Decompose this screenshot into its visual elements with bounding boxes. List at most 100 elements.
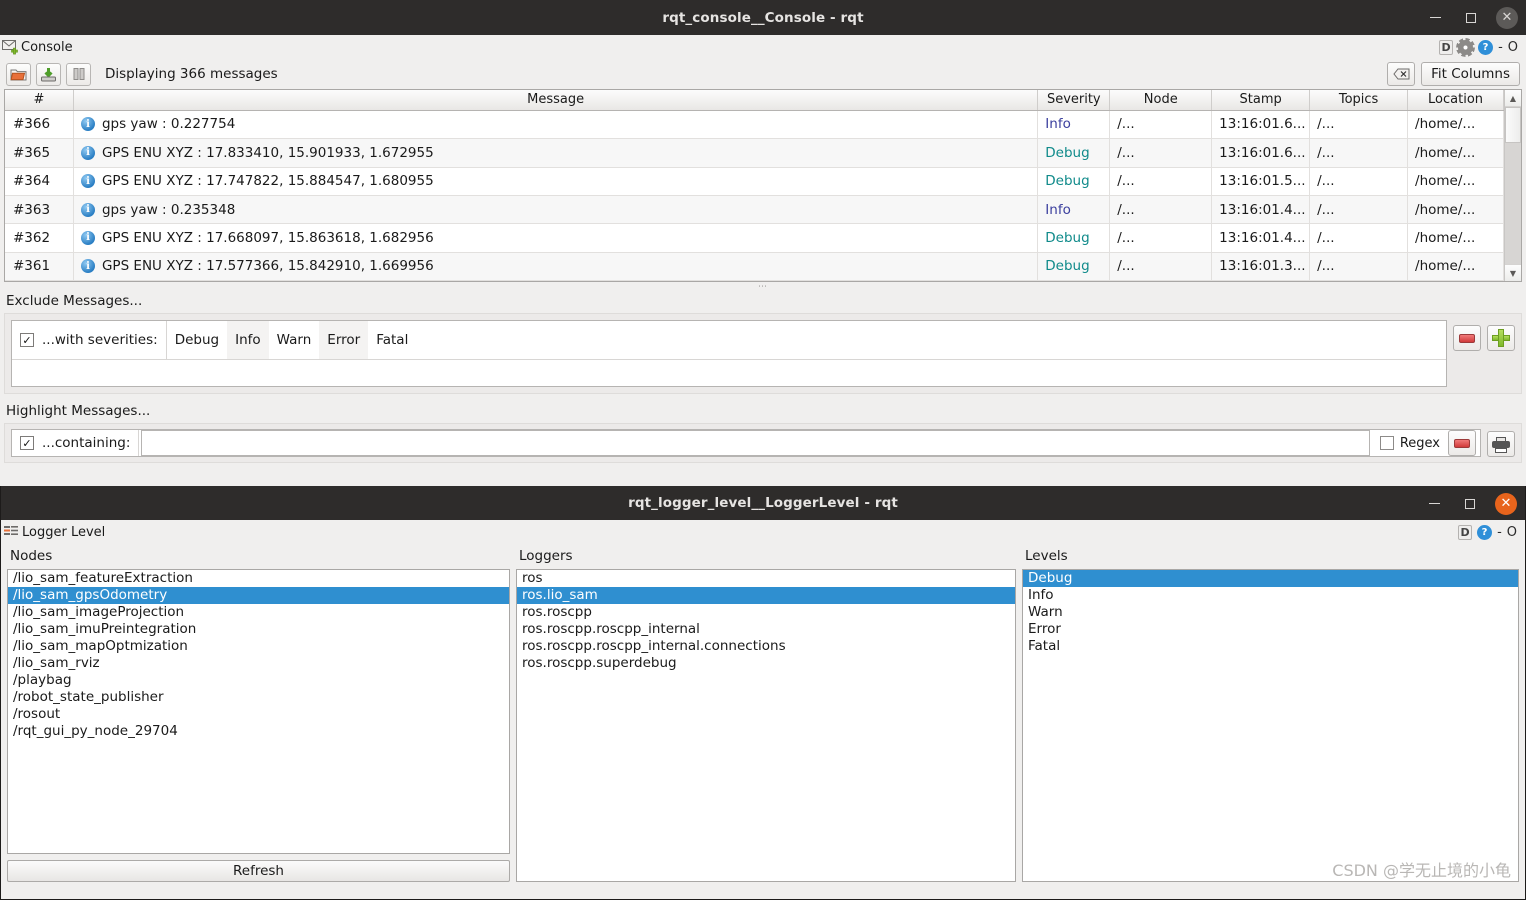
cell-number: #362 — [5, 224, 74, 252]
list-item[interactable]: ros — [517, 570, 1015, 587]
exclude-severity-label: ...with severities: — [42, 332, 158, 348]
highlight-containing-input[interactable] — [141, 430, 1370, 456]
list-item[interactable]: /rosout — [8, 706, 509, 723]
close-button[interactable]: ✕ — [1495, 492, 1517, 515]
pause-icon[interactable] — [66, 62, 91, 86]
clear-icon[interactable] — [1387, 62, 1416, 86]
minimize-button[interactable] — [1423, 493, 1445, 515]
levels-list[interactable]: Debug Info Warn Error Fatal — [1022, 569, 1519, 882]
list-item[interactable]: /lio_sam_mapOptmization — [8, 638, 509, 655]
column-header-severity[interactable]: Severity — [1038, 90, 1111, 110]
list-item[interactable]: ros.lio_sam — [517, 587, 1015, 604]
severity-item-error[interactable]: Error — [319, 321, 369, 359]
cell-node: /... — [1110, 139, 1213, 167]
table-row[interactable]: #363 i gps yaw : 0.235348 Info /... 13:16… — [5, 195, 1504, 225]
exclude-severity-checkbox[interactable]: ✓ — [20, 333, 34, 347]
cell-message-text: GPS ENU XYZ : 17.577366, 15.842910, 1.66… — [101, 258, 434, 275]
severity-item-debug[interactable]: Debug — [167, 321, 227, 359]
list-item[interactable]: ros.roscpp.roscpp_internal.connections — [517, 638, 1015, 655]
splitter-handle[interactable]: ⋯ — [0, 282, 1526, 292]
close-button[interactable]: ✕ — [1496, 6, 1518, 29]
minimize-button[interactable] — [1424, 7, 1446, 29]
levels-label: Levels — [1025, 548, 1068, 564]
scrollbar-thumb[interactable] — [1505, 107, 1521, 143]
scroll-up-arrow-icon[interactable]: ▲ — [1505, 90, 1521, 107]
table-vertical-scrollbar[interactable]: ▲ ▼ — [1504, 90, 1521, 281]
regex-checkbox[interactable] — [1379, 436, 1394, 450]
add-filter-button[interactable] — [1487, 325, 1515, 351]
cell-severity: Info — [1038, 110, 1111, 139]
nodes-list[interactable]: /lio_sam_featureExtraction /lio_sam_gpsO… — [7, 569, 510, 854]
dock-float-icon[interactable]: O — [1508, 40, 1518, 55]
refresh-button[interactable]: Refresh — [7, 860, 510, 882]
fit-columns-button[interactable]: Fit Columns — [1421, 62, 1520, 86]
list-item[interactable]: /lio_sam_featureExtraction — [8, 570, 509, 587]
help-icon[interactable]: ? — [1477, 524, 1493, 540]
rqt-console-window: rqt_console__Console - rqt ✕ Console D ?… — [0, 0, 1526, 486]
cell-node: /... — [1110, 195, 1213, 224]
cell-location: /home/... — [1408, 110, 1504, 139]
severity-item-info[interactable]: Info — [227, 321, 269, 359]
highlight-containing-checkbox[interactable]: ✓ — [20, 436, 34, 450]
column-header-node[interactable]: Node — [1110, 90, 1213, 110]
column-header-location[interactable]: Location — [1408, 90, 1504, 110]
dock-float-icon[interactable]: O — [1507, 525, 1517, 540]
list-item[interactable]: /robot_state_publisher — [8, 689, 509, 706]
loggers-list[interactable]: ros ros.lio_sam ros.roscpp ros.roscpp.ro… — [516, 569, 1016, 882]
info-icon: i — [80, 117, 95, 132]
list-item[interactable]: ros.roscpp.superdebug — [517, 655, 1015, 672]
list-item[interactable]: /lio_sam_imageProjection — [8, 604, 509, 621]
dock-minimize-icon[interactable]: - — [1498, 40, 1503, 55]
list-item[interactable]: /lio_sam_imuPreintegration — [8, 621, 509, 638]
cell-stamp: 13:16:01.5... — [1212, 167, 1311, 195]
maximize-button[interactable] — [1459, 493, 1481, 515]
gear-icon[interactable] — [1458, 39, 1474, 55]
cell-location: /home/... — [1408, 139, 1504, 167]
list-item[interactable]: Warn — [1023, 604, 1518, 621]
list-item[interactable]: /lio_sam_gpsOdometry — [8, 587, 509, 604]
cell-severity: Info — [1038, 195, 1111, 224]
column-header-number[interactable]: # — [5, 90, 74, 110]
dock-d-icon[interactable]: D — [1458, 524, 1473, 540]
print-button[interactable] — [1487, 431, 1515, 457]
info-icon: i — [80, 259, 95, 274]
severity-item-fatal[interactable]: Fatal — [368, 321, 416, 359]
cell-stamp: 13:16:01.6... — [1212, 139, 1311, 167]
remove-filter-button[interactable] — [1453, 325, 1481, 351]
regex-option[interactable]: Regex — [1372, 436, 1448, 451]
cell-stamp: 13:16:01.4... — [1212, 195, 1311, 224]
severity-item-warn[interactable]: Warn — [269, 321, 320, 359]
help-icon[interactable]: ? — [1478, 39, 1494, 55]
open-folder-icon[interactable] — [6, 62, 31, 86]
table-row[interactable]: #364 i GPS ENU XYZ : 17.747822, 15.884547… — [5, 167, 1504, 196]
column-header-topics[interactable]: Topics — [1310, 90, 1409, 110]
column-header-stamp[interactable]: Stamp — [1212, 90, 1311, 110]
highlight-remove-button[interactable] — [1448, 430, 1476, 456]
scrollbar-track[interactable] — [1505, 107, 1521, 264]
cell-topics: /... — [1310, 252, 1409, 280]
scroll-down-arrow-icon[interactable]: ▼ — [1505, 264, 1521, 281]
dock-d-icon[interactable]: D — [1439, 39, 1454, 55]
table-row[interactable]: #361 i GPS ENU XYZ : 17.577366, 15.842910… — [5, 252, 1504, 281]
list-item[interactable]: Error — [1023, 621, 1518, 638]
table-row[interactable]: #362 i GPS ENU XYZ : 17.668097, 15.863618… — [5, 224, 1504, 253]
maximize-button[interactable] — [1460, 7, 1482, 29]
column-header-message[interactable]: Message — [74, 90, 1039, 110]
list-item[interactable]: /rqt_gui_py_node_29704 — [8, 723, 509, 740]
list-item[interactable]: Fatal — [1023, 638, 1518, 655]
save-disk-icon[interactable] — [36, 62, 61, 86]
table-row[interactable]: #366 i gps yaw : 0.227754 Info /... 13:16… — [5, 110, 1504, 140]
exclude-severity-checkbox-cell[interactable]: ✓ ...with severities: — [12, 321, 167, 359]
list-item[interactable]: ros.roscpp — [517, 604, 1015, 621]
list-item[interactable]: Info — [1023, 587, 1518, 604]
list-item[interactable]: /lio_sam_rviz — [8, 655, 509, 672]
list-item[interactable]: Debug — [1023, 570, 1518, 587]
table-row[interactable]: #365 i GPS ENU XYZ : 17.833410, 15.901933… — [5, 139, 1504, 168]
highlight-containing-checkbox-cell[interactable]: ✓ ...containing: — [12, 430, 140, 456]
dock-minimize-icon[interactable]: - — [1497, 525, 1502, 540]
exclude-messages-heading: Exclude Messages... — [6, 293, 143, 309]
list-item[interactable]: ros.roscpp.roscpp_internal — [517, 621, 1015, 638]
list-item[interactable]: /playbag — [8, 672, 509, 689]
cell-severity: Debug — [1038, 167, 1111, 195]
exclude-severity-list[interactable]: Debug Info Warn Error Fatal — [167, 321, 1446, 359]
